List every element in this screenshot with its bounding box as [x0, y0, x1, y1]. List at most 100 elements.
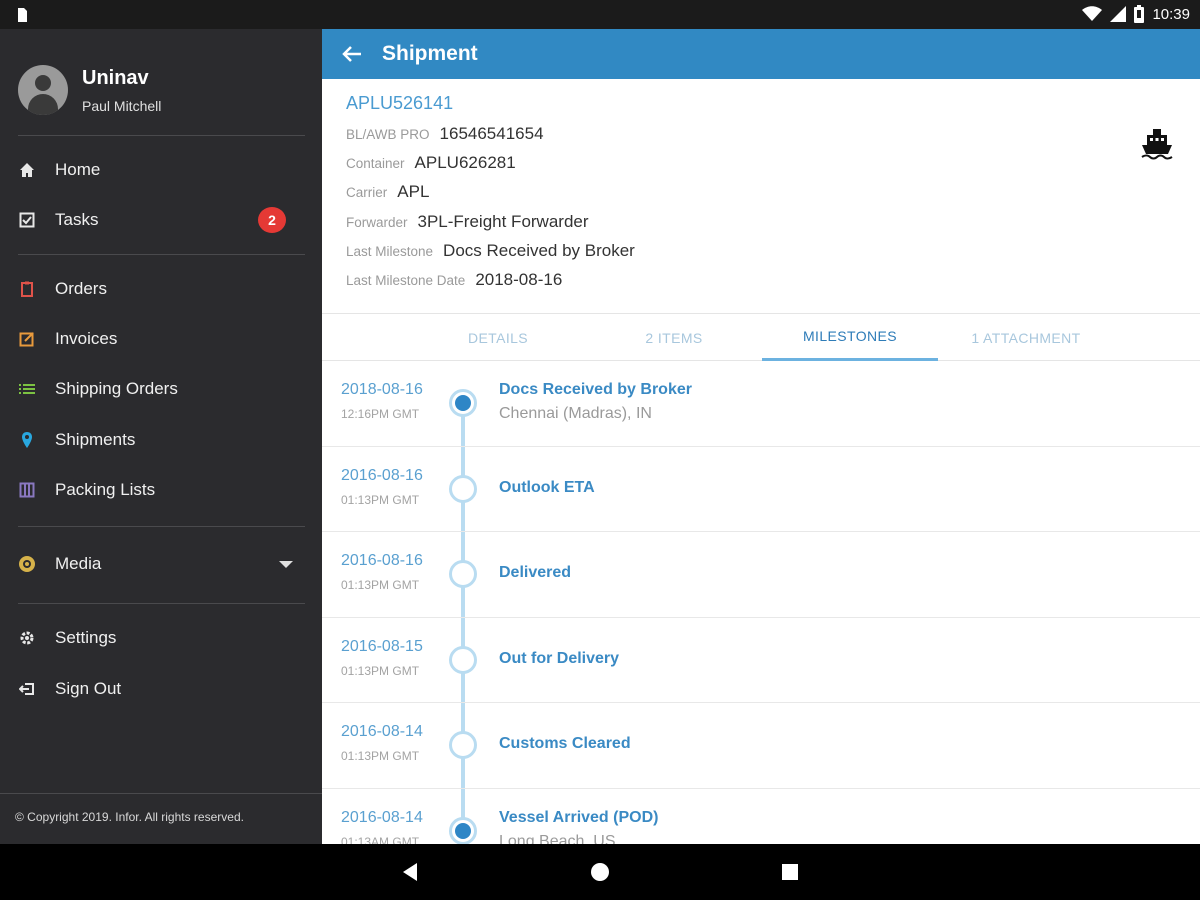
back-triangle-icon — [403, 863, 417, 881]
invoice-icon — [18, 330, 36, 348]
tasks-count-badge: 2 — [258, 207, 286, 233]
field-label: BL/AWB PRO — [346, 127, 430, 142]
nav-item-orders[interactable]: Orders — [0, 269, 322, 309]
divider — [18, 526, 305, 527]
media-icon — [18, 555, 36, 573]
ship-icon — [1141, 129, 1173, 160]
page-title: Shipment — [382, 42, 478, 65]
field-value: 2018-08-16 — [475, 269, 563, 289]
nav-item-media[interactable]: Media — [0, 544, 322, 584]
milestone-row[interactable]: 2018-08-16 12:16PM GMT Docs Received by … — [322, 361, 1200, 447]
chevron-down-icon[interactable] — [279, 560, 293, 568]
nav-item-home[interactable]: Home — [0, 150, 322, 190]
milestone-row[interactable]: 2016-08-15 01:13PM GMT Out for Delivery — [322, 618, 1200, 703]
milestone-time: 12:16PM GMT — [341, 407, 420, 421]
nav-item-label: Tasks — [55, 210, 99, 229]
avatar — [18, 65, 68, 115]
packing-list-icon — [18, 481, 36, 499]
field-row: Last Milestone Docs Received by Broker — [346, 241, 1176, 270]
field-row: BL/AWB PRO 16546541654 — [346, 124, 1176, 153]
divider — [18, 254, 305, 255]
milestone-time: 01:13PM GMT — [341, 578, 420, 592]
field-label: Carrier — [346, 185, 388, 201]
milestone-date: 2018-08-16 — [341, 381, 423, 398]
tab-items[interactable]: 2 ITEMS — [586, 314, 762, 361]
shipment-summary: APLU526141 BL/AWB PRO 16546541654 Contain… — [322, 79, 1200, 314]
checkbox-icon — [18, 211, 36, 229]
milestone-time: 01:13PM GMT — [341, 492, 420, 507]
tab-attachment[interactable]: 1 ATTACHMENT — [938, 314, 1114, 361]
nav-back-button[interactable] — [380, 844, 440, 900]
milestone-dot — [449, 645, 477, 674]
divider — [18, 603, 305, 604]
gear-icon — [18, 629, 36, 647]
field-label: Last Milestone Date — [346, 272, 466, 288]
nav-item-label: Shipping Orders — [55, 379, 178, 398]
clipboard-icon — [18, 280, 36, 298]
home-circle-icon — [591, 863, 609, 881]
milestone-location: Long Beach, US — [499, 832, 616, 845]
nav-item-invoices[interactable]: Invoices — [0, 319, 322, 359]
nav-item-label: Media — [55, 554, 102, 573]
nav-item-label: Shipments — [55, 430, 136, 449]
field-row: Last Milestone Date 2018-08-16 — [346, 270, 1176, 299]
field-value: 16546541654 — [439, 124, 544, 143]
profile-header[interactable]: Uninav Paul Mitchell — [18, 65, 161, 115]
milestone-dot — [449, 389, 477, 417]
nav-item-settings[interactable]: Settings — [0, 618, 322, 658]
sign-out-icon — [18, 680, 36, 698]
user-name: Paul Mitchell — [82, 97, 162, 114]
milestone-title: Out for Delivery — [499, 649, 620, 667]
nav-item-shipments[interactable]: Shipments — [0, 420, 322, 460]
field-row: Carrier APL — [346, 182, 1176, 211]
home-icon — [18, 161, 36, 179]
nav-item-label: Orders — [55, 279, 107, 298]
copyright-text: © Copyright 2019. Infor. All rights rese… — [0, 793, 322, 840]
back-button[interactable] — [322, 29, 382, 79]
nav-item-label: Settings — [55, 628, 117, 647]
nav-home-button[interactable] — [570, 844, 630, 900]
nav-item-shipping-orders[interactable]: Shipping Orders — [0, 369, 322, 409]
nav-item-tasks[interactable]: Tasks 2 — [0, 200, 322, 240]
field-label: Container — [346, 156, 405, 172]
field-row: Container APLU626281 — [346, 153, 1176, 182]
app-bar: Shipment — [322, 29, 1200, 79]
status-bar: 10:39 — [0, 0, 1200, 29]
field-row: Forwarder 3PL-Freight Forwarder — [346, 212, 1176, 241]
battery-icon — [1134, 5, 1145, 23]
milestone-row[interactable]: 2016-08-16 01:13PM GMT Delivered — [322, 532, 1200, 618]
milestone-date: 2016-08-16 — [341, 552, 423, 569]
divider — [18, 135, 305, 136]
field-value: 3PL-Freight Forwarder — [417, 211, 589, 231]
tab-bar: DETAILS 2 ITEMS MILESTONES 1 ATTACHMENT — [322, 314, 1200, 361]
nav-item-label: Sign Out — [55, 679, 122, 698]
nav-item-label: Invoices — [55, 329, 118, 348]
tab-details[interactable]: DETAILS — [410, 314, 586, 361]
nav-recents-button[interactable] — [760, 844, 820, 900]
signal-icon — [1110, 6, 1127, 22]
milestone-dot — [449, 474, 477, 503]
milestone-time: 01:13AM GMT — [341, 834, 420, 845]
milestone-row[interactable]: 2016-08-14 01:13PM GMT Customs Cleared — [322, 703, 1200, 789]
main-content: Shipment APLU526141 BL/AWB PRO 1654654165… — [322, 29, 1200, 844]
field-value: APLU626281 — [414, 153, 516, 173]
milestone-row[interactable]: 2016-08-14 01:13AM GMT Vessel Arrived (P… — [322, 789, 1200, 845]
nav-item-label: Home — [55, 160, 101, 179]
shipment-id: APLU526141 — [346, 93, 454, 113]
wifi-icon — [1082, 6, 1103, 21]
recents-square-icon — [782, 864, 798, 880]
tab-milestones[interactable]: MILESTONES — [762, 314, 938, 361]
milestone-location: Chennai (Madras), IN — [499, 405, 652, 422]
arrow-left-icon — [342, 46, 361, 62]
clock: 10:39 — [1152, 5, 1190, 23]
milestone-date: 2016-08-14 — [341, 723, 423, 740]
milestone-row[interactable]: 2016-08-16 01:13PM GMT Outlook ETA — [322, 447, 1200, 532]
milestone-date: 2016-08-15 — [341, 637, 423, 655]
nav-item-sign-out[interactable]: Sign Out — [0, 669, 322, 709]
milestone-date: 2016-08-14 — [341, 808, 423, 826]
field-value: APL — [397, 182, 430, 202]
milestone-title: Docs Received by Broker — [499, 381, 692, 398]
milestone-time: 01:13PM GMT — [341, 749, 420, 763]
navigation-drawer: Uninav Paul Mitchell Home Tasks 2 Orders… — [0, 29, 322, 844]
nav-item-packing-lists[interactable]: Packing Lists — [0, 470, 322, 510]
